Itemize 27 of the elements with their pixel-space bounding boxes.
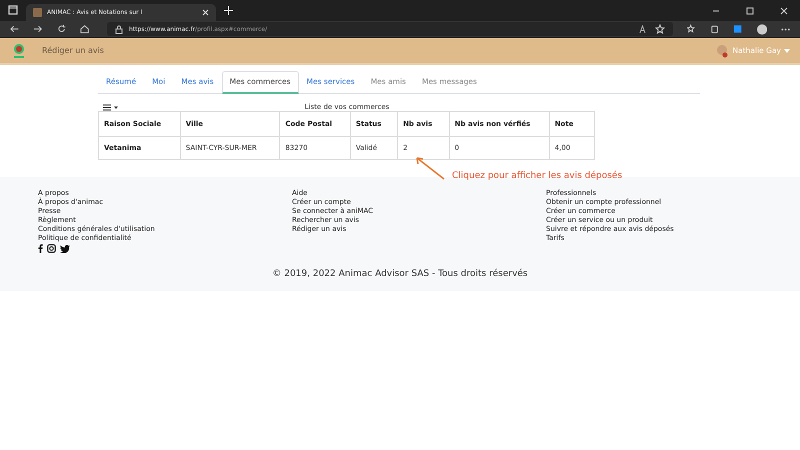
caret-icon — [784, 48, 790, 52]
collections-icon[interactable] — [710, 24, 720, 34]
maximize-icon[interactable] — [746, 7, 754, 15]
profile-avatar-icon[interactable] — [756, 24, 767, 34]
more-icon[interactable] — [780, 28, 790, 30]
reload-icon[interactable] — [56, 24, 66, 34]
annotation-text: Cliquez pour afficher les avis déposés — [452, 171, 622, 181]
instagram-icon[interactable] — [47, 244, 56, 253]
site-favicon-icon — [33, 8, 42, 17]
menu-icon[interactable] — [103, 104, 119, 111]
twitter-icon[interactable] — [60, 244, 70, 252]
copyright-text: © 2019, 2022 Animac Advisor SAS - Tous droits réservés — [271, 269, 529, 279]
forward-arrow-icon[interactable] — [33, 24, 42, 34]
favorites-icon[interactable] — [686, 24, 696, 34]
lock-icon — [115, 24, 123, 34]
avatar-icon — [716, 44, 728, 58]
tab-actions-icon[interactable] — [8, 5, 18, 15]
star-icon[interactable] — [654, 24, 665, 34]
close-icon[interactable] — [780, 7, 788, 15]
close-icon[interactable] — [202, 9, 209, 16]
browser-extension-icon[interactable] — [733, 24, 743, 34]
home-icon[interactable] — [80, 24, 89, 34]
write-review-link[interactable]: Rédiger un avis — [42, 46, 104, 55]
annotation-arrow — [414, 155, 446, 181]
back-arrow-icon[interactable] — [10, 24, 20, 34]
new-tab-icon[interactable] — [224, 6, 233, 15]
facebook-icon[interactable] — [38, 244, 43, 253]
